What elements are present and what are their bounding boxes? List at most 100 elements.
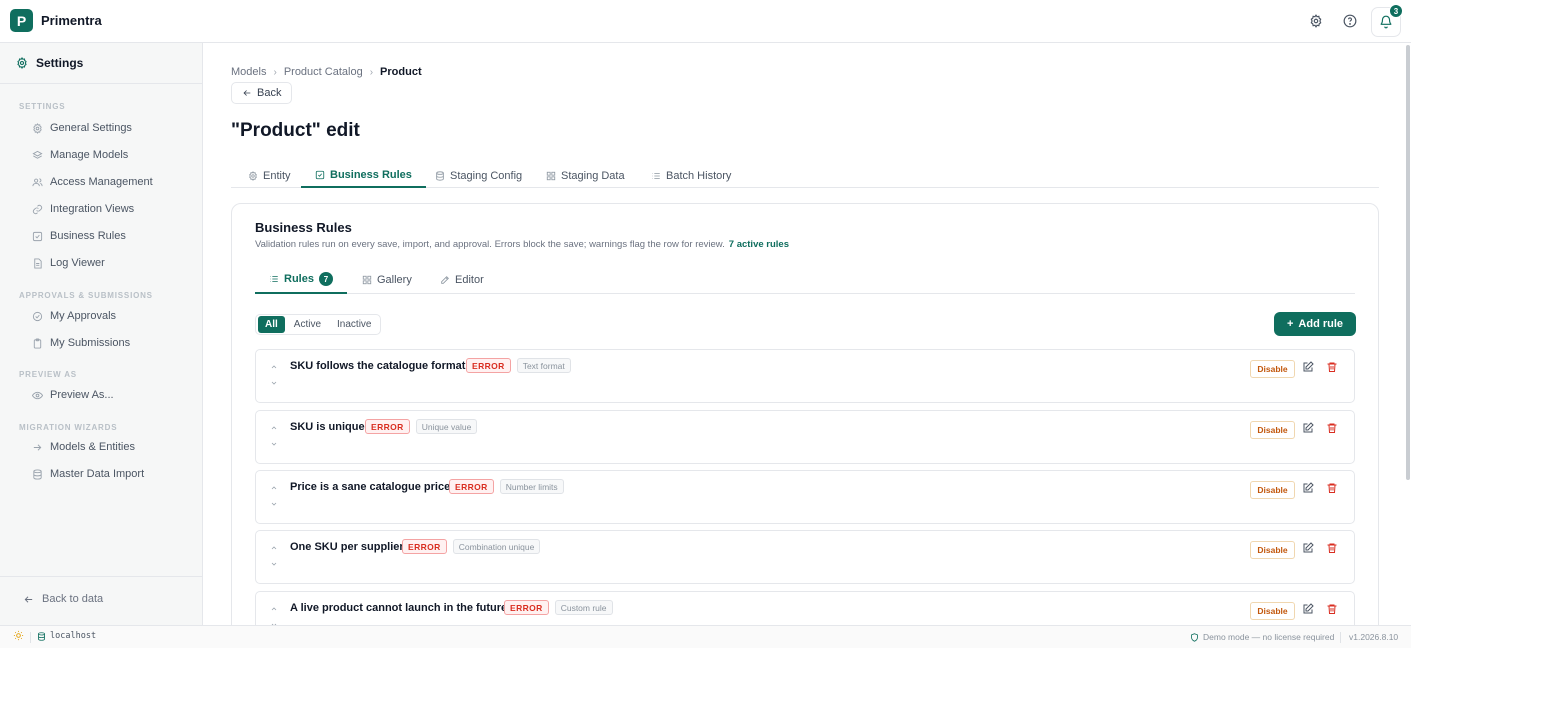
tab-business-rules[interactable]: Business Rules — [301, 163, 426, 188]
list-icon — [270, 276, 278, 282]
chevron-up-icon[interactable] — [270, 363, 278, 371]
sidebar-title-label: Settings — [36, 56, 84, 70]
rule-name: SKU is unique — [290, 421, 365, 433]
arrow-left-icon — [243, 90, 251, 96]
sidebar-item-master-data-import[interactable]: Master Data Import — [32, 466, 144, 482]
trash-icon[interactable] — [1326, 542, 1338, 554]
sidebar-item-models-entities[interactable]: Models & Entities — [32, 439, 135, 455]
disable-button[interactable]: Disable — [1250, 602, 1295, 620]
card-description-text: Validation rules run on every save, impo… — [255, 239, 725, 250]
rule-type-badge: Combination unique — [452, 539, 541, 554]
rule-row[interactable]: Price is a sane catalogue price ERROR Nu… — [255, 470, 1355, 524]
tab-entity[interactable]: Entity — [246, 163, 293, 188]
status-divider — [30, 632, 31, 643]
subtab-gallery[interactable]: Gallery — [362, 266, 412, 294]
severity-badge: ERROR — [504, 600, 549, 615]
version-label: v1.2026.8.10 — [1349, 632, 1399, 642]
sidebar-item-manage-models[interactable]: Manage Models — [32, 147, 128, 163]
sidebar-item-integration-views[interactable]: Integration Views — [32, 201, 134, 217]
edit-icon[interactable] — [1302, 361, 1314, 373]
chevron-right-icon: › — [369, 66, 374, 78]
rule-name: One SKU per supplier — [290, 541, 404, 553]
back-to-data-link[interactable]: Back to data — [23, 593, 103, 605]
chevron-up-icon[interactable] — [270, 424, 278, 432]
list-icon — [652, 172, 660, 179]
rule-row[interactable]: SKU is unique ERROR Unique value Disable — [255, 410, 1355, 464]
sidebar: Settings SETTINGS General Settings Manag… — [0, 43, 203, 625]
trash-icon[interactable] — [1326, 361, 1338, 373]
tab-batch-history[interactable]: Batch History — [651, 163, 731, 188]
rule-tags: ERROR Number limits — [449, 479, 564, 494]
gear-icon — [17, 57, 27, 69]
sidebar-item-my-submissions[interactable]: My Submissions — [32, 335, 130, 351]
clipboard-icon — [33, 337, 42, 349]
card-description: Validation rules run on every save, impo… — [255, 239, 789, 250]
chevron-up-icon[interactable] — [270, 484, 278, 492]
sidebar-item-my-approvals[interactable]: My Approvals — [32, 308, 116, 324]
breadcrumb-models[interactable]: Models — [231, 66, 266, 78]
chevron-down-icon[interactable] — [270, 500, 278, 508]
tab-staging-data[interactable]: Staging Data — [546, 163, 625, 188]
sidebar-title: Settings — [16, 56, 83, 70]
chevron-down-icon[interactable] — [270, 560, 278, 568]
rule-row[interactable]: SKU follows the catalogue format ERROR T… — [255, 349, 1355, 403]
edit-icon[interactable] — [1302, 603, 1314, 615]
filter-all[interactable]: All — [258, 316, 285, 333]
sidebar-item-general-settings[interactable]: General Settings — [32, 120, 132, 136]
rule-row[interactable]: A live product cannot launch in the futu… — [255, 591, 1355, 625]
subtab-editor[interactable]: Editor — [440, 266, 484, 294]
filter-active[interactable]: Active — [287, 316, 328, 333]
status-divider — [1340, 632, 1341, 643]
back-button[interactable]: Back — [231, 82, 293, 104]
edit-icon[interactable] — [1302, 542, 1314, 554]
rule-type-badge: Custom rule — [554, 600, 613, 615]
sidebar-item-label: Integration Views — [50, 203, 135, 215]
top-bar: P Primentra 3 — [0, 0, 1411, 43]
trash-icon[interactable] — [1326, 482, 1338, 494]
link-icon — [32, 204, 43, 214]
sidebar-item-business-rules[interactable]: Business Rules — [32, 228, 126, 244]
filter-inactive[interactable]: Inactive — [330, 316, 378, 333]
add-rule-button[interactable]: + Add rule — [1274, 312, 1356, 336]
tab-label: Entity — [263, 169, 291, 182]
disable-button[interactable]: Disable — [1250, 421, 1295, 439]
breadcrumb-product-catalog[interactable]: Product Catalog — [284, 66, 363, 78]
tab-staging-config[interactable]: Staging Config — [435, 163, 522, 188]
sidebar-item-label: My Submissions — [50, 337, 131, 349]
sidebar-item-preview-as[interactable]: Preview As... — [32, 387, 114, 403]
status-bar: localhost Demo mode — no license require… — [0, 625, 1411, 648]
disable-button[interactable]: Disable — [1250, 360, 1295, 378]
settings-gear-icon[interactable] — [1307, 12, 1325, 30]
disable-button[interactable]: Disable — [1250, 481, 1295, 499]
arrow-left-icon — [24, 595, 33, 603]
chevron-down-icon[interactable] — [270, 440, 278, 448]
grid-icon — [362, 275, 372, 285]
edit-icon[interactable] — [1302, 482, 1314, 494]
trash-icon[interactable] — [1326, 422, 1338, 434]
chevron-down-icon[interactable] — [270, 379, 278, 387]
rule-row[interactable]: One SKU per supplier ERROR Combination u… — [255, 530, 1355, 584]
app-window: P Primentra 3 Settings SETTINGS General … — [0, 0, 1411, 648]
breadcrumb: Models › Product Catalog › Product — [231, 66, 422, 78]
disable-button[interactable]: Disable — [1250, 541, 1295, 559]
status-filter: All Active Inactive — [255, 314, 382, 335]
sun-icon[interactable] — [13, 630, 24, 641]
host-label: localhost — [50, 631, 97, 641]
shield-icon — [1191, 632, 1198, 642]
edit-icon[interactable] — [1302, 422, 1314, 434]
main-scrollbar[interactable] — [1406, 45, 1410, 480]
chevron-up-icon[interactable] — [270, 544, 278, 552]
rule-tags: ERROR Combination unique — [402, 539, 541, 554]
help-icon[interactable] — [1341, 12, 1359, 30]
sidebar-section-approvals: APPROVALS & SUBMISSIONS — [19, 291, 153, 300]
sidebar-divider — [0, 83, 203, 84]
sidebar-item-log-viewer[interactable]: Log Viewer — [32, 255, 105, 271]
database-icon — [436, 170, 444, 181]
trash-icon[interactable] — [1326, 603, 1338, 615]
sidebar-item-access-management[interactable]: Access Management — [32, 174, 153, 190]
host-indicator: localhost — [37, 631, 96, 641]
app-logo[interactable]: P — [10, 9, 33, 32]
rules-count-badge: 7 — [318, 272, 333, 286]
subtab-rules[interactable]: Rules 7 — [255, 266, 347, 294]
chevron-up-icon[interactable] — [270, 605, 278, 613]
